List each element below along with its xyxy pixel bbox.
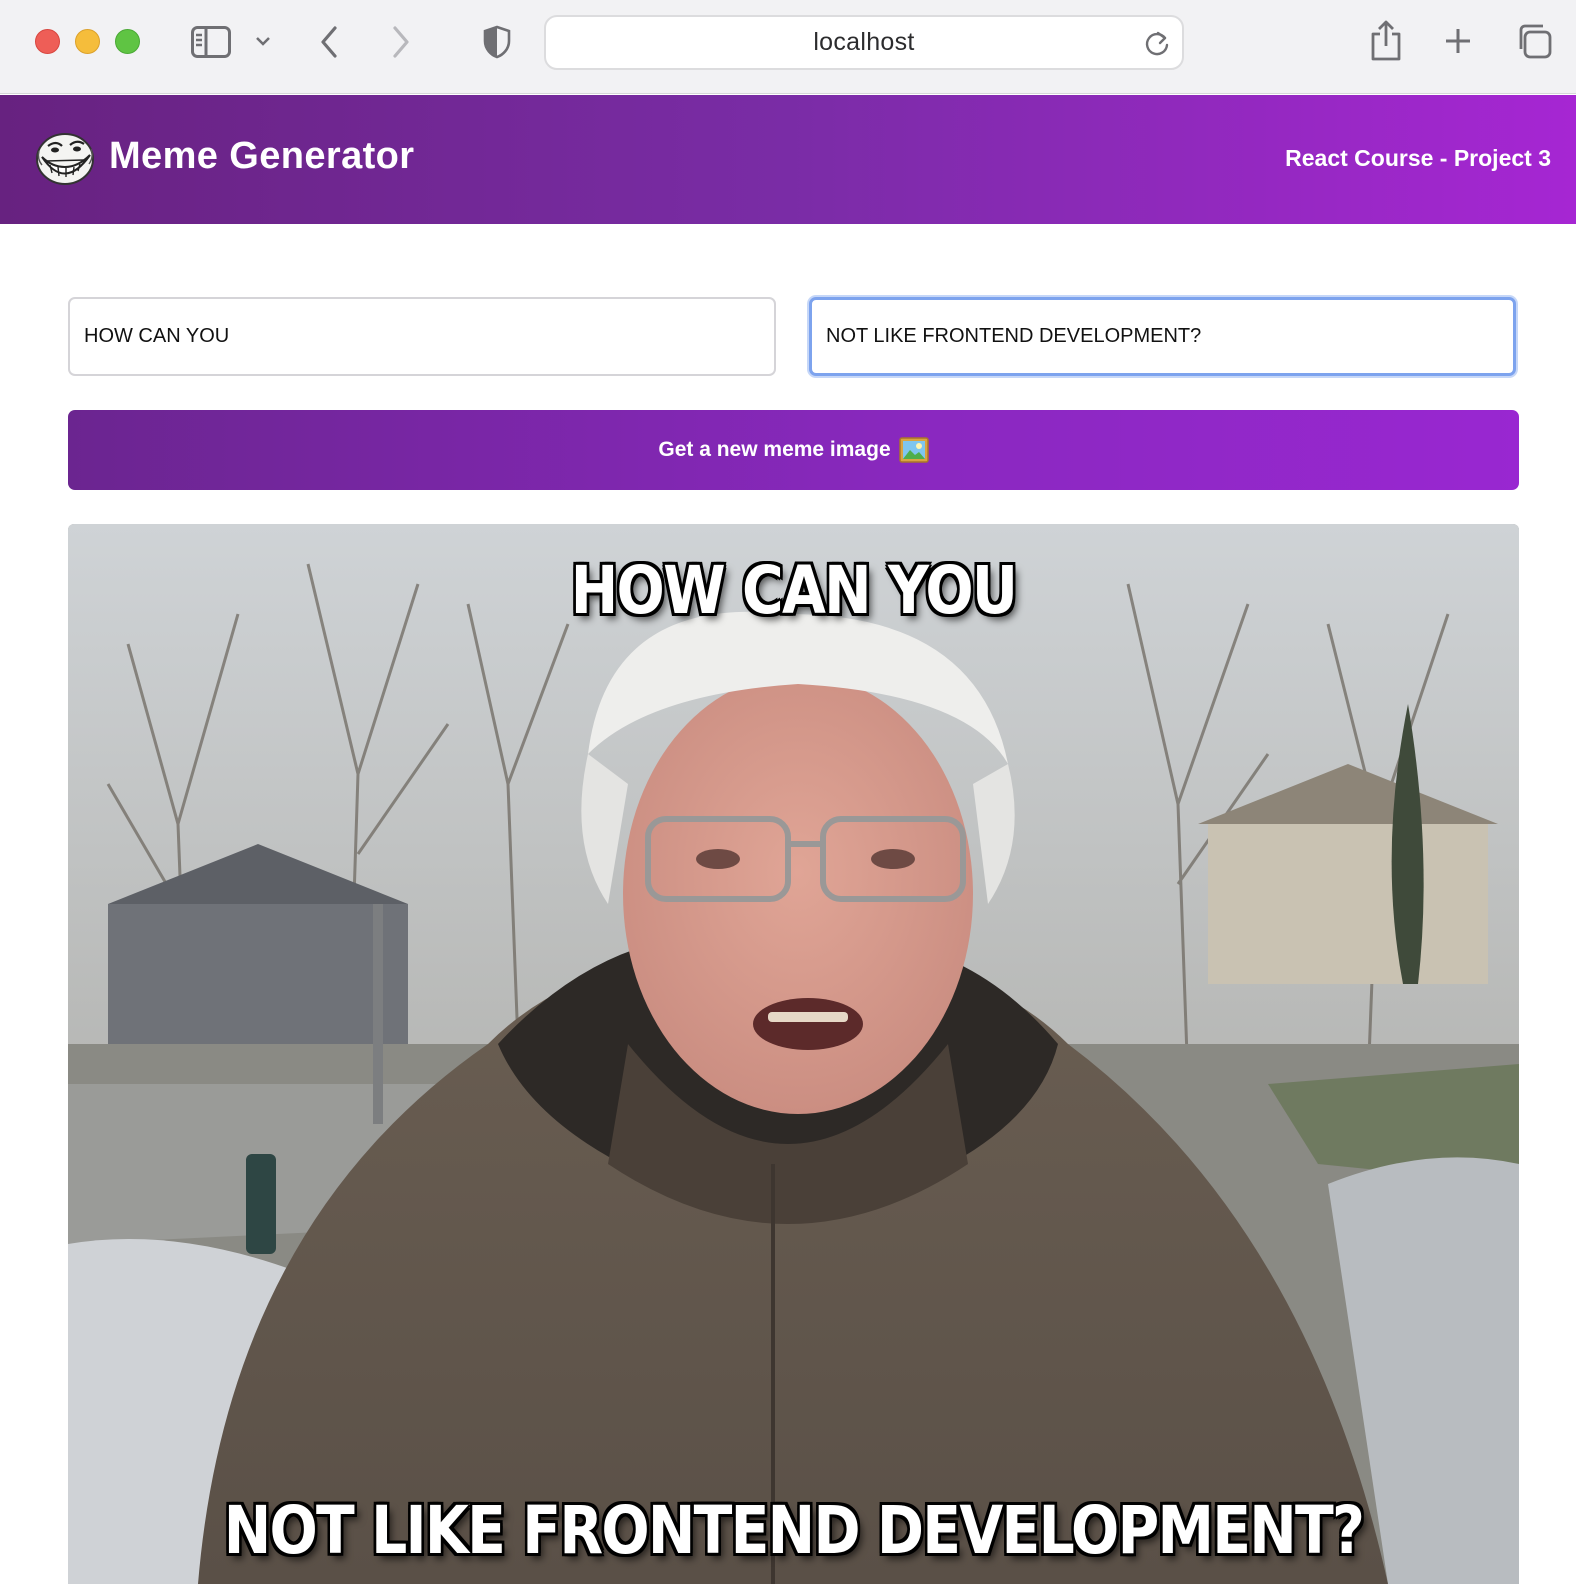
forward-arrow-icon[interactable] (390, 25, 412, 59)
framed-picture-icon (898, 437, 929, 463)
reload-icon[interactable] (1144, 29, 1170, 62)
privacy-shield-icon[interactable] (482, 24, 512, 60)
meme-top-caption: HOW CAN YOU (570, 552, 1018, 629)
meme-image: HOW CAN YOU NOT LIKE FRONTEND DEVELOPMEN… (68, 524, 1519, 1584)
app-header: Meme Generator React Course - Project 3 (0, 95, 1576, 224)
sidebar-toggle-icon[interactable] (190, 24, 232, 60)
new-tab-plus-icon[interactable] (1443, 26, 1473, 56)
tab-overview-icon[interactable] (1515, 22, 1553, 60)
bottom-text-input[interactable] (809, 297, 1516, 376)
close-window-button[interactable] (35, 29, 60, 54)
course-subtitle: React Course - Project 3 (1285, 145, 1551, 171)
zoom-window-button[interactable] (115, 29, 140, 54)
url-text: localhost (813, 28, 915, 56)
back-arrow-icon[interactable] (318, 25, 340, 59)
get-new-meme-image-label: Get a new meme image (658, 438, 891, 461)
browser-toolbar: localhost (0, 0, 1576, 94)
app-title: Meme Generator (109, 135, 415, 177)
minimize-window-button[interactable] (75, 29, 100, 54)
address-bar[interactable]: localhost (544, 15, 1184, 70)
share-icon[interactable] (1369, 18, 1403, 62)
meme-bottom-caption: NOT LIKE FRONTEND DEVELOPMENT? (223, 1492, 1365, 1569)
top-text-input[interactable] (68, 297, 776, 376)
chevron-down-icon[interactable] (254, 32, 272, 50)
troll-face-icon (34, 131, 96, 187)
get-new-meme-image-button[interactable]: Get a new meme image (68, 410, 1519, 490)
meme-photo (68, 524, 1519, 1584)
